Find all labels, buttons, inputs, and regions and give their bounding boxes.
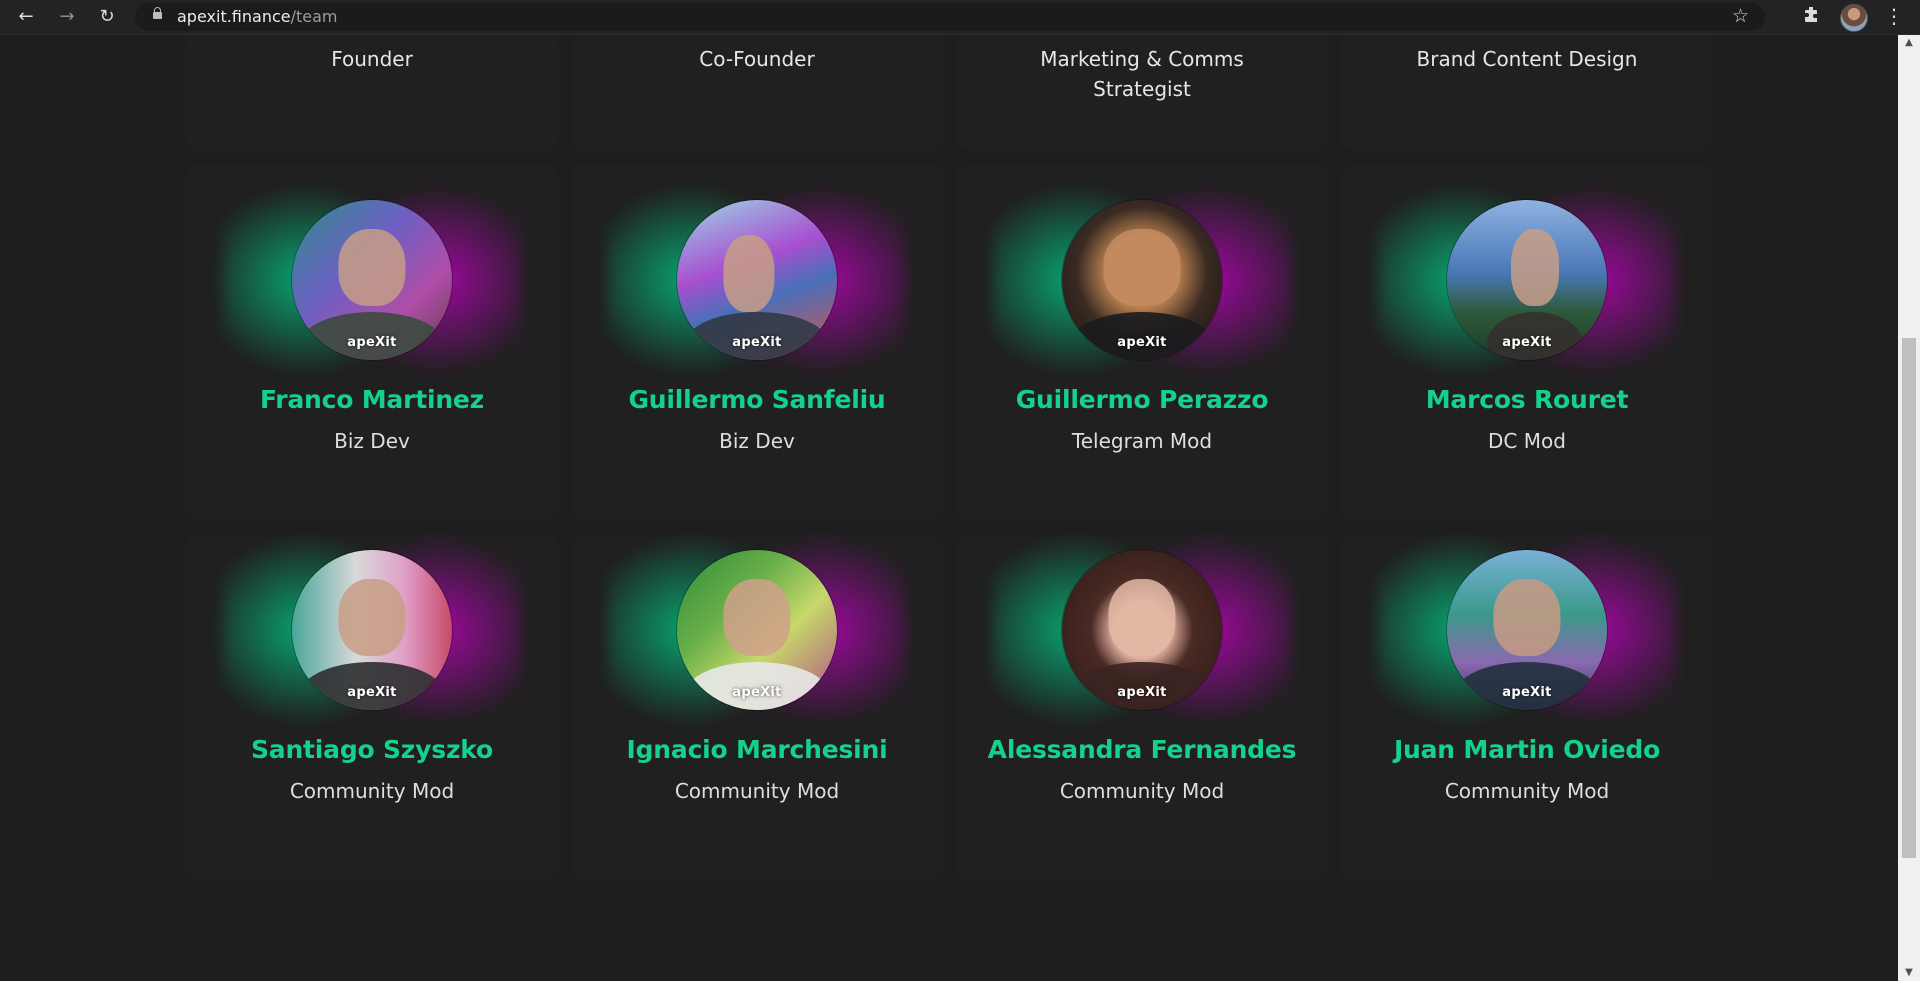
team-member-card: apeXit Juan Martin Oviedo Community Mod [1337, 530, 1717, 850]
team-member-card: apeXit Guillermo Sanfeliu Biz Dev [567, 180, 947, 500]
forward-icon[interactable]: → [55, 5, 79, 29]
apexit-watermark: apeXit [347, 685, 397, 700]
avatar-face [1103, 228, 1181, 306]
member-role: Telegram Mod [1071, 429, 1213, 453]
url-host: apexit.finance [177, 7, 291, 26]
member-name: Franco Martinez [259, 385, 485, 414]
avatar-face [338, 578, 406, 656]
avatar: apeXit [677, 200, 837, 360]
team-member-card: apeXit Alessandra Fernandes Community Mo… [952, 530, 1332, 850]
avatar: apeXit [1062, 200, 1222, 360]
browser-menu-icon[interactable]: ⋮ [1884, 5, 1904, 29]
member-role: Co-Founder [699, 47, 815, 71]
team-page: Founder Co-Founder Marketing & Comms Str… [0, 35, 1898, 981]
apexit-watermark: apeXit [1117, 335, 1167, 350]
member-role: Community Mod [289, 779, 455, 803]
apexit-watermark: apeXit [347, 335, 397, 350]
puzzle-icon[interactable] [1800, 5, 1824, 29]
member-role: Biz Dev [719, 429, 795, 453]
apexit-watermark: apeXit [1502, 335, 1552, 350]
member-name: Santiago Szyszko [250, 735, 494, 764]
scroll-up-arrow-icon[interactable]: ▲ [1898, 35, 1920, 51]
avatar-face [338, 228, 406, 306]
lock-icon[interactable] [153, 7, 162, 19]
team-member-card: apeXit Marcos Rouret DC Mod [1337, 180, 1717, 500]
team-member-card: apeXit Santiago Szyszko Community Mod [182, 530, 562, 850]
apexit-watermark: apeXit [1117, 685, 1167, 700]
team-member-card: apeXit Franco Martinez Biz Dev [182, 180, 562, 500]
url-text[interactable]: apexit.finance/team [177, 8, 338, 26]
avatar-face [1511, 228, 1559, 306]
avatar-face [723, 235, 775, 312]
avatar: apeXit [1447, 200, 1607, 360]
apexit-watermark: apeXit [1502, 685, 1552, 700]
member-name: Guillermo Sanfeliu [628, 385, 886, 414]
member-role: Community Mod [674, 779, 840, 803]
avatar: apeXit [1447, 550, 1607, 710]
member-role: Community Mod [1059, 779, 1225, 803]
member-name: Marcos Rouret [1425, 385, 1629, 414]
member-name: Juan Martin Oviedo [1393, 735, 1661, 764]
member-name: Alessandra Fernandes [987, 735, 1297, 764]
member-role: Biz Dev [334, 429, 410, 453]
reload-icon[interactable]: ↻ [95, 5, 119, 29]
url-path: /team [290, 7, 338, 26]
avatar: apeXit [292, 550, 452, 710]
avatar: apeXit [677, 550, 837, 710]
apexit-watermark: apeXit [732, 335, 782, 350]
scroll-down-arrow-icon[interactable]: ▼ [1898, 965, 1920, 981]
member-role-text: Marketing & Comms Strategist [1040, 47, 1244, 101]
avatar-face [1493, 578, 1561, 656]
member-name: Guillermo Perazzo [1015, 385, 1269, 414]
browser-toolbar: ← → ↻ apexit.finance/team ☆ ⋮ [0, 0, 1920, 35]
apexit-watermark: apeXit [732, 685, 782, 700]
avatar-face [723, 578, 791, 656]
back-icon[interactable]: ← [14, 5, 38, 29]
address-bar[interactable]: apexit.finance/team ☆ [135, 3, 1765, 31]
member-name: Ignacio Marchesini [626, 735, 888, 764]
team-member-card: apeXit Ignacio Marchesini Community Mod [567, 530, 947, 850]
member-role: DC Mod [1488, 429, 1566, 453]
member-role: Founder [331, 47, 413, 71]
member-role: Community Mod [1444, 779, 1610, 803]
member-role: Brand Content Design [1416, 47, 1638, 71]
member-role: Marketing & Comms Strategist [952, 44, 1332, 104]
team-member-card: apeXit Guillermo Perazzo Telegram Mod [952, 180, 1332, 500]
avatar: apeXit [292, 200, 452, 360]
scrollbar-thumb[interactable] [1902, 338, 1916, 858]
avatar: apeXit [1062, 550, 1222, 710]
page-scrollbar[interactable]: ▲ ▼ [1898, 35, 1920, 981]
bookmark-star-icon[interactable]: ☆ [1732, 5, 1749, 27]
profile-avatar[interactable] [1840, 4, 1868, 32]
avatar-face [1108, 578, 1176, 656]
